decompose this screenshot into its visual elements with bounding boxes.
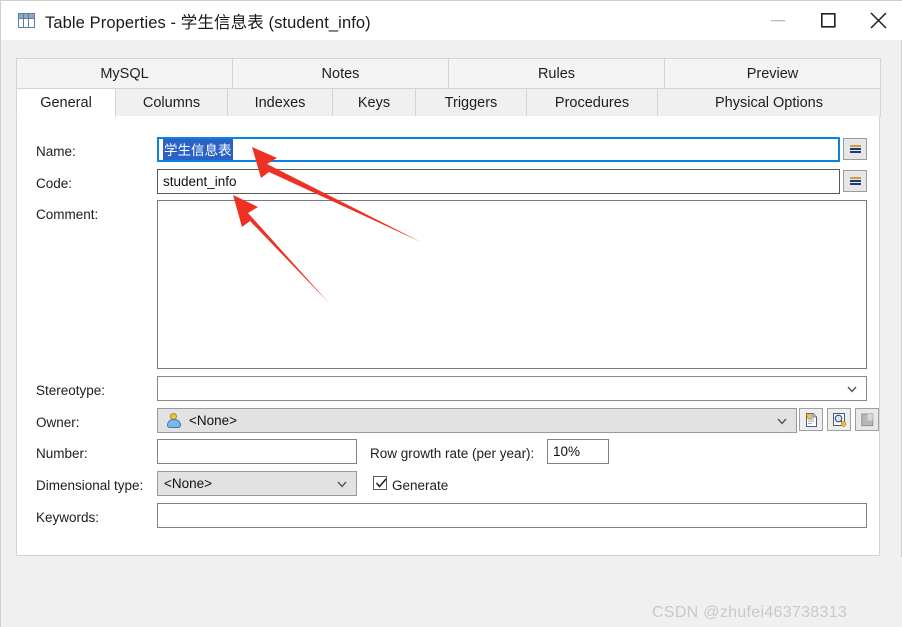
code-label: Code: bbox=[36, 176, 73, 191]
table-properties-dialog: Table Properties - 学生信息表 (student_info) … bbox=[0, 0, 902, 627]
code-input[interactable]: student_info bbox=[157, 169, 840, 194]
name-input-value: 学生信息表 bbox=[163, 139, 233, 160]
tab-row-secondary: MySQL Notes Rules Preview bbox=[16, 58, 881, 88]
comment-textarea[interactable] bbox=[157, 200, 867, 369]
tab-physical-options[interactable]: Physical Options bbox=[657, 88, 881, 117]
keywords-label: Keywords: bbox=[36, 510, 100, 525]
name-input[interactable]: 学生信息表 bbox=[157, 137, 840, 162]
owner-label: Owner: bbox=[36, 415, 80, 430]
tab-general[interactable]: General bbox=[16, 88, 116, 117]
tab-row-primary: General Columns Indexes Keys Triggers Pr… bbox=[16, 88, 881, 117]
general-tab-panel: Name: 学生信息表 Code: student_info Comment: … bbox=[16, 116, 880, 556]
close-icon[interactable] bbox=[853, 1, 902, 40]
code-input-value: student_info bbox=[163, 174, 237, 189]
chevron-down-icon bbox=[336, 478, 348, 490]
keywords-input[interactable] bbox=[157, 503, 867, 528]
tab-columns[interactable]: Columns bbox=[115, 88, 228, 117]
owner-combobox[interactable]: <None> bbox=[157, 408, 797, 433]
maximize-icon[interactable] bbox=[803, 1, 853, 40]
code-equals-button[interactable] bbox=[843, 170, 867, 192]
window-controls bbox=[753, 1, 902, 40]
number-label: Number: bbox=[36, 446, 88, 461]
window-title: Table Properties - 学生信息表 (student_info) bbox=[45, 13, 371, 32]
dimensional-type-combobox[interactable]: <None> bbox=[157, 471, 357, 496]
user-icon bbox=[166, 413, 182, 428]
number-input[interactable] bbox=[157, 439, 357, 464]
owner-value: <None> bbox=[189, 413, 238, 428]
generate-checkbox[interactable] bbox=[373, 476, 387, 490]
title-bar[interactable]: Table Properties - 学生信息表 (student_info) bbox=[1, 1, 902, 40]
stereotype-combobox[interactable] bbox=[157, 376, 867, 401]
equals-icon bbox=[849, 176, 861, 186]
stereotype-label: Stereotype: bbox=[36, 383, 106, 398]
comment-label: Comment: bbox=[36, 207, 99, 222]
tab-triggers[interactable]: Triggers bbox=[415, 88, 527, 117]
properties-button[interactable] bbox=[855, 408, 879, 431]
tab-keys[interactable]: Keys bbox=[332, 88, 416, 117]
checkmark-icon bbox=[375, 478, 387, 488]
dimensional-type-value: <None> bbox=[164, 476, 213, 491]
tab-procedures[interactable]: Procedures bbox=[526, 88, 658, 117]
table-icon bbox=[18, 13, 35, 28]
dimensional-type-label: Dimensional type: bbox=[36, 478, 144, 493]
equals-icon bbox=[849, 144, 861, 154]
minimize-icon[interactable] bbox=[753, 1, 803, 40]
generate-label: Generate bbox=[392, 478, 449, 493]
name-equals-button[interactable] bbox=[843, 138, 867, 160]
chevron-down-icon bbox=[846, 383, 858, 395]
tab-mysql[interactable]: MySQL bbox=[16, 58, 233, 88]
name-label: Name: bbox=[36, 144, 76, 159]
tab-preview[interactable]: Preview bbox=[664, 58, 881, 88]
row-growth-rate-input[interactable]: 10% bbox=[547, 439, 609, 464]
new-object-button[interactable] bbox=[799, 408, 823, 431]
row-growth-rate-label: Row growth rate (per year): bbox=[370, 446, 535, 461]
tab-notes[interactable]: Notes bbox=[232, 58, 449, 88]
tab-strip: MySQL Notes Rules Preview General Column… bbox=[16, 58, 881, 117]
browse-object-button[interactable] bbox=[827, 408, 851, 431]
tab-rules[interactable]: Rules bbox=[448, 58, 665, 88]
chevron-down-icon bbox=[776, 415, 788, 427]
watermark: CSDN @zhufei463738313 bbox=[652, 604, 848, 621]
row-growth-rate-value: 10% bbox=[553, 444, 581, 459]
tab-indexes[interactable]: Indexes bbox=[227, 88, 333, 117]
